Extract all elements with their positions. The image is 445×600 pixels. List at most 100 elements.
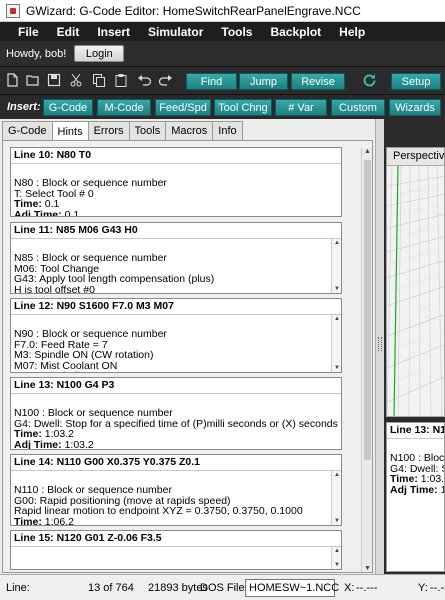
hint-line: Adj Time: 1:03.2 — [14, 438, 338, 450]
hint-box-scrollbar[interactable]: ▲ ▼ — [331, 547, 341, 569]
status-y-value: --.--- — [430, 582, 445, 594]
open-file-icon[interactable] — [25, 73, 40, 88]
hint-line-label: Adj Time: — [14, 438, 65, 450]
setup-button[interactable]: Setup — [391, 73, 441, 90]
hints-content: Line 10: N80 T0 N80 : Block or sequence n… — [2, 140, 373, 573]
hint-line: N85 : Block or sequence number — [14, 252, 167, 264]
title-bar: GWizard: G-Code Editor: HomeSwitchRearPa… — [0, 0, 445, 22]
hint-line: N110 : Block or sequence number — [14, 484, 172, 496]
scroll-down-icon[interactable]: ▼ — [333, 286, 341, 292]
scroll-down-icon[interactable]: ▼ — [333, 518, 341, 524]
app-icon — [6, 3, 20, 18]
insert-gcode-button[interactable]: G-Code — [43, 99, 93, 116]
hint-box: Line 14: N110 G00 X0.375 Y0.375 Z0.1 N110… — [10, 454, 342, 526]
find-button[interactable]: Find — [186, 73, 237, 90]
status-line-value: 13 of 764 — [88, 582, 134, 594]
hint-line: N90 : Block or sequence number — [14, 328, 167, 340]
copy-icon[interactable] — [91, 73, 106, 88]
hint-line-value: 1:06.2 — [44, 515, 74, 526]
menu-insert[interactable]: Insert — [88, 25, 139, 39]
tab-hints[interactable]: Hints — [51, 121, 89, 141]
tab-perspective[interactable]: Perspective — [386, 147, 445, 165]
hint-box: Line 10: N80 T0 N80 : Block or sequence n… — [10, 147, 342, 217]
revise-button[interactable]: Revise — [291, 73, 345, 90]
hint-line-label: Time: — [14, 515, 45, 526]
window-title: GWizard: G-Code Editor: HomeSwitchRearPa… — [26, 3, 361, 18]
hint-box: Line 13: N100 G4 P3 N100 : Block or seque… — [10, 377, 342, 450]
tab-bar: G-Code Hints Errors Tools Macros Info — [0, 121, 243, 141]
main-toolbar: Find Jump Revise Setup — [0, 66, 445, 94]
scroll-up-icon[interactable]: ▲ — [333, 316, 341, 322]
scroll-down-icon[interactable]: ▼ — [363, 565, 372, 572]
tab-errors[interactable]: Errors — [87, 121, 130, 140]
paste-icon[interactable] — [113, 73, 128, 88]
hint-body: N85 : Block or sequence number M06: Tool … — [11, 239, 341, 293]
tab-macros[interactable]: Macros — [165, 121, 214, 140]
panel-splitter[interactable] — [375, 119, 384, 574]
scroll-up-icon[interactable]: ▲ — [363, 148, 372, 155]
dos-file-field[interactable]: HOMESW~1.NCC — [245, 579, 339, 597]
insert-variable-button[interactable]: # Var — [275, 99, 327, 116]
hint-body: N90 : Block or sequence number F7.0: Feed… — [11, 315, 341, 372]
hint-box-scrollbar[interactable]: ▲ ▼ — [331, 471, 341, 525]
insert-custom-button[interactable]: Custom — [331, 99, 385, 116]
hint-line: T: Select Tool # 0 — [14, 187, 94, 200]
refresh-icon[interactable] — [362, 73, 377, 88]
insert-label: Insert: — [7, 101, 41, 113]
insert-feedspeed-button[interactable]: Feed/Spd — [155, 99, 211, 116]
new-file-icon[interactable] — [5, 73, 20, 88]
tab-gcode[interactable]: G-Code — [2, 121, 53, 140]
hint-body: N100 : Block or sequence number G4: Dwell… — [11, 394, 341, 450]
status-y-label: Y: — [418, 582, 428, 594]
hint-box: Line 15: N120 G01 Z-0.06 F3.5 ▲ ▼ — [10, 530, 342, 570]
scroll-thumb[interactable] — [364, 160, 371, 460]
menu-tools[interactable]: Tools — [212, 25, 261, 39]
scroll-down-icon[interactable]: ▼ — [333, 365, 341, 371]
hint-line: Adj Time: 0.1 — [14, 208, 338, 217]
menu-bar: File Edit Insert Simulator Tools Backplo… — [0, 22, 445, 41]
redo-icon[interactable] — [158, 73, 173, 88]
login-button[interactable]: Login — [74, 45, 125, 62]
insert-wizards-button[interactable]: Wizards — [389, 99, 441, 116]
hint-header: Line 14: N110 G00 X0.375 Y0.375 Z0.1 — [11, 455, 341, 471]
tab-tools[interactable]: Tools — [128, 121, 167, 140]
splitter-grip-icon[interactable] — [378, 337, 382, 351]
insert-toolchange-button[interactable]: Tool Chng — [214, 99, 272, 116]
tab-info[interactable]: Info — [212, 121, 243, 140]
right-hint-line: N100 : Block or sequence number — [390, 452, 445, 464]
backplot-viewport[interactable] — [386, 165, 445, 417]
cut-icon[interactable] — [68, 73, 83, 88]
hint-box: Line 11: N85 M06 G43 H0 N85 : Block or se… — [10, 222, 342, 294]
hints-scrollbar[interactable]: ▲ ▼ — [361, 148, 372, 572]
hint-line: M3: Spindle ON (CW rotation) — [14, 349, 154, 361]
hint-box: Line 12: N90 S1600 F7.0 M3 M07 N90 : Bloc… — [10, 298, 342, 373]
hint-line: G43: Apply tool length compensation (plu… — [14, 273, 215, 285]
hint-line: N100 : Block or sequence number — [14, 407, 173, 419]
hint-line: N80 : Block or sequence number — [14, 177, 167, 189]
menu-backplot[interactable]: Backplot — [261, 25, 330, 39]
hint-body — [11, 547, 341, 561]
insert-mcode-button[interactable]: M-Code — [97, 99, 151, 116]
status-bar: Line: 13 of 764 21893 bytes DOS File: HO… — [0, 574, 445, 600]
hint-line-label: Adj Time: — [14, 208, 65, 217]
hint-line-value: 1:03.2 — [64, 438, 94, 450]
save-icon[interactable] — [46, 73, 61, 88]
hint-header: Line 13: N100 G4 P3 — [11, 378, 341, 394]
menu-file[interactable]: File — [0, 25, 48, 39]
right-hint-line: Adj Time: 1:03.2 — [390, 484, 444, 496]
undo-icon[interactable] — [137, 73, 152, 88]
scroll-up-icon[interactable]: ▲ — [333, 240, 341, 246]
hint-header: Line 12: N90 S1600 F7.0 M3 M07 — [11, 299, 341, 315]
hint-header: Line 10: N80 T0 — [11, 148, 341, 164]
scroll-up-icon[interactable]: ▲ — [333, 472, 341, 478]
greeting-text: Howdy, bob! — [6, 47, 67, 60]
scroll-down-icon[interactable]: ▼ — [333, 562, 341, 568]
menu-help[interactable]: Help — [330, 25, 374, 39]
jump-button[interactable]: Jump — [239, 73, 288, 90]
right-hint-header: Line 13: N100 G4 P3 — [387, 423, 444, 439]
scroll-up-icon[interactable]: ▲ — [333, 548, 341, 554]
hint-box-scrollbar[interactable]: ▲ ▼ — [331, 315, 341, 372]
menu-simulator[interactable]: Simulator — [139, 25, 212, 39]
menu-edit[interactable]: Edit — [48, 25, 89, 39]
hint-box-scrollbar[interactable]: ▲ ▼ — [331, 239, 341, 293]
